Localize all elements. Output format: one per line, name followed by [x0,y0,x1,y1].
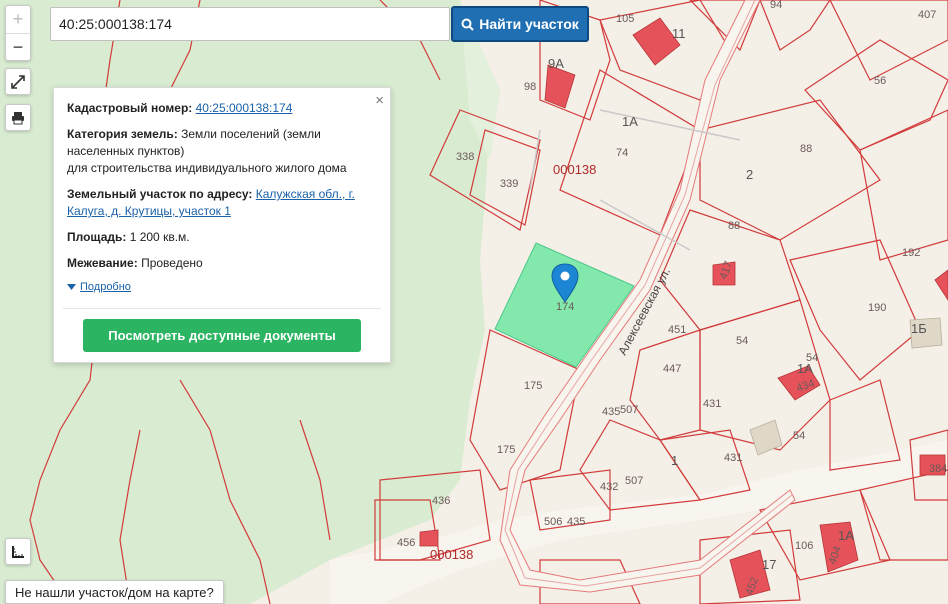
label-11: 11 [672,26,686,41]
label-74: 74 [616,147,628,159]
label-507-b: 507 [625,475,643,487]
expand-icon [11,74,25,89]
not-found-button[interactable]: Не нашли участок/дом на карте? [5,580,224,604]
label-339: 339 [500,178,518,190]
block-label-bottom: 000138 [430,547,473,562]
label-1a-mid: 1А [797,361,813,376]
label-105: 105 [616,13,634,25]
label-451: 451 [668,324,686,336]
more-details-label: Подробно [80,281,131,293]
land-category-row: Категория земель: Земли поселений (земли… [67,126,377,177]
survey-row: Межевание: Проведено [67,255,377,272]
label-507-a: 507 [620,404,638,416]
find-parcel-label: Найти участок [479,16,579,32]
label-435-b: 435 [567,516,585,528]
label-88-top: 88 [800,143,812,155]
label-407: 407 [918,9,936,21]
label-175-b: 175 [497,444,515,456]
printer-icon [12,111,24,124]
cadastral-number-link[interactable]: 40:25:000138:174 [196,101,293,115]
label-2: 2 [746,167,753,182]
label-431-a: 431 [703,398,721,410]
cadastral-number-row: Кадастровый номер: 40:25:000138:174 [67,100,377,117]
label-54-c: 54 [793,430,805,442]
cadastral-search-input[interactable] [50,7,450,41]
label-106: 106 [795,540,813,552]
label-436: 436 [432,495,450,507]
address-row: Земельный участок по адресу: Калужская о… [67,186,377,220]
parcel-info-popup: × Кадастровый номер: 40:25:000138:174 Ка… [53,87,391,363]
label-88: 88 [728,220,740,232]
label-384: 384 [929,463,947,475]
ruler-icon [12,545,24,558]
label-54-a: 54 [736,335,748,347]
print-button[interactable] [5,104,31,131]
label-1: 1 [671,453,678,468]
label-98: 98 [524,81,536,93]
label-447: 447 [663,363,681,375]
find-parcel-button[interactable]: Найти участок [451,6,589,42]
search-icon [461,18,474,31]
area-label: Площадь: [67,230,127,244]
cadastral-number-label: Кадастровый номер: [67,101,193,115]
land-use-value: для строительства индивидуального жилого… [67,161,347,175]
label-456: 456 [397,537,415,549]
label-56: 56 [874,75,886,87]
label-431-b: 431 [724,452,742,464]
label-190: 190 [868,302,886,314]
area-row: Площадь: 1 200 кв.м. [67,229,377,246]
more-details-link[interactable]: Подробно [67,279,377,296]
label-192: 192 [902,247,920,259]
triangle-down-icon [67,284,76,290]
zoom-out-button[interactable]: − [6,33,30,60]
label-1a-bottom: 1А [838,528,854,543]
area-value: 1 200 кв.м. [129,230,190,244]
label-94: 94 [770,0,782,11]
zoom-in-button[interactable]: + [6,6,30,33]
survey-value: Проведено [141,256,203,270]
label-1a-top: 1А [622,114,638,129]
label-17: 17 [762,557,776,572]
label-1b: 1Б [911,321,927,336]
label-506: 506 [544,516,562,528]
view-documents-button[interactable]: Посмотреть доступные документы [83,319,361,352]
land-category-label: Категория земель: [67,127,178,141]
address-label: Земельный участок по адресу: [67,187,253,201]
label-9a: 9А [548,56,564,71]
block-label-top: 000138 [553,162,596,177]
label-174: 174 [556,301,574,313]
zoom-control: + − [5,5,31,61]
label-175-a: 175 [524,380,542,392]
label-432: 432 [600,481,618,493]
close-icon[interactable]: × [375,92,384,109]
label-338: 338 [456,151,474,163]
popup-divider [63,308,381,309]
label-435-a: 435 [602,406,620,418]
survey-label: Межевание: [67,256,138,270]
ruler-button[interactable] [5,538,31,565]
fullscreen-button[interactable] [5,68,31,95]
